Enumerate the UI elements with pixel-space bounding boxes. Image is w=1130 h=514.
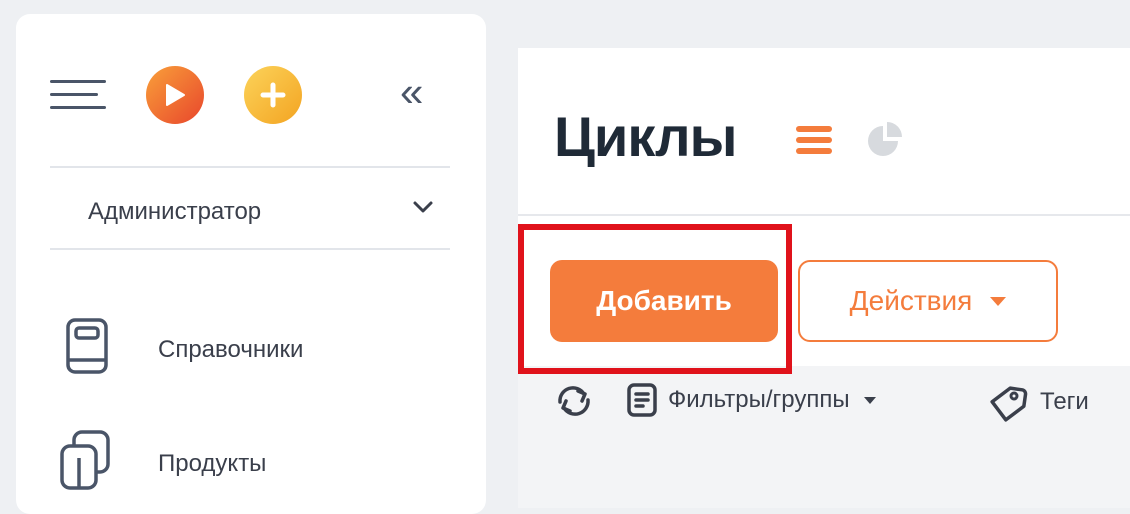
filter-list-icon — [627, 383, 657, 417]
menu-icon[interactable] — [50, 78, 106, 112]
tags-button[interactable]: Теги — [986, 382, 1089, 422]
caret-down-icon — [990, 296, 1007, 306]
play-icon[interactable] — [146, 66, 204, 124]
collapse-sidebar-icon[interactable]: « — [400, 71, 423, 113]
role-selector-label[interactable]: Администратор — [88, 198, 261, 226]
sidebar-item-products[interactable]: Продукты — [56, 428, 476, 498]
add-button[interactable]: Добавить — [550, 260, 778, 342]
plus-icon[interactable] — [244, 66, 302, 124]
sidebar-item-label: Справочники — [158, 336, 304, 363]
main-panel: Циклы Добавить Действия — [518, 48, 1130, 508]
sidebar: « Администратор Справочники Продукты — [16, 14, 486, 514]
actions-label: Действия — [849, 285, 973, 316]
filters-label: Фильтры/группы — [668, 386, 850, 413]
sidebar-item-label: Продукты — [158, 450, 267, 477]
actions-dropdown-button[interactable]: Действия — [798, 260, 1058, 342]
sidebar-item-directories[interactable]: Справочники — [56, 314, 476, 384]
tag-icon — [990, 386, 1028, 422]
divider — [50, 248, 450, 250]
boxes-icon — [60, 430, 110, 490]
refresh-icon — [558, 386, 590, 416]
chevron-down-icon[interactable] — [412, 196, 434, 218]
sidebar-top-row: « — [16, 64, 486, 124]
filters-dropdown[interactable]: Фильтры/группы — [626, 382, 876, 418]
chart-view-icon[interactable] — [866, 120, 904, 158]
divider — [50, 166, 450, 168]
caret-down-icon — [863, 396, 876, 404]
page-title: Циклы — [554, 105, 737, 168]
list-view-icon[interactable] — [794, 124, 834, 156]
book-icon — [66, 318, 108, 374]
divider — [518, 214, 1130, 216]
refresh-button[interactable] — [552, 382, 596, 418]
tags-label: Теги — [1040, 388, 1089, 415]
